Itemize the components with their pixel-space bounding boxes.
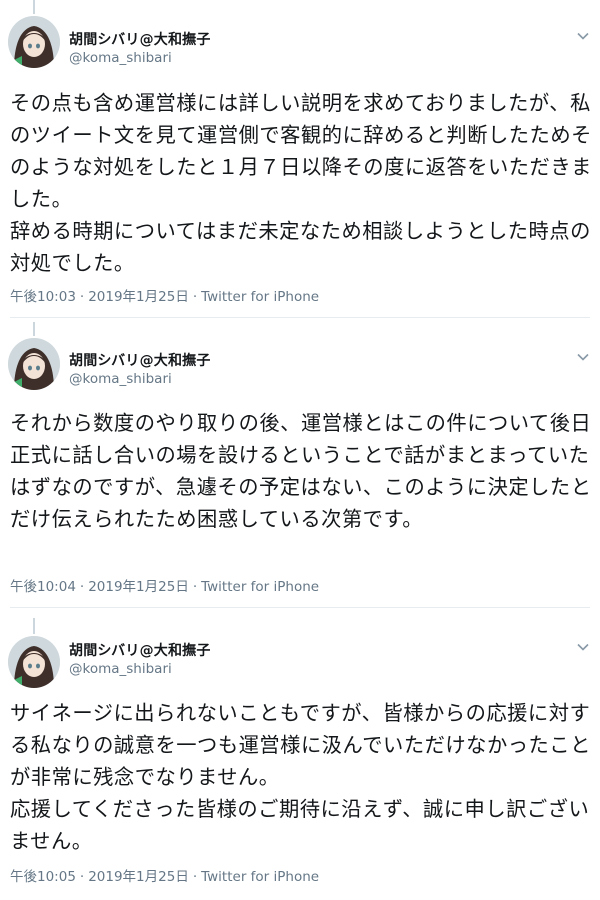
- chevron-down-icon[interactable]: [576, 349, 590, 363]
- avatar[interactable]: [8, 338, 60, 390]
- tweet-source[interactable]: Twitter for iPhone: [201, 869, 319, 885]
- author-handle[interactable]: @koma_shibari: [69, 371, 172, 387]
- separator: ·: [192, 579, 198, 595]
- tweet-meta: 午後10:05 · 2019年1月25日 · Twitter for iPhone: [10, 865, 319, 885]
- author-name[interactable]: 胡間シバリ@大和撫子: [69, 29, 211, 49]
- tweet-text: サイネージに出られないこともですが、皆様からの応援に対する私なりの誠意を一つも運…: [10, 701, 591, 853]
- tweet-source[interactable]: Twitter for iPhone: [201, 289, 319, 305]
- author-name[interactable]: 胡間シバリ@大和撫子: [69, 350, 211, 370]
- divider: [10, 317, 590, 318]
- tweet: 胡間シバリ@大和撫子 @koma_shibari その点も含め運営様には詳しい説…: [0, 0, 600, 318]
- chevron-down-icon[interactable]: [576, 28, 590, 42]
- tweet-date[interactable]: 2019年1月25日: [88, 579, 189, 595]
- separator: ·: [192, 869, 198, 885]
- tweet-time[interactable]: 午後10:05: [10, 869, 76, 885]
- author-name[interactable]: 胡間シバリ@大和撫子: [69, 640, 211, 660]
- tweet: 胡間シバリ@大和撫子 @koma_shibari サイネージに出られないこともで…: [0, 612, 600, 900]
- tweet-meta: 午後10:03 · 2019年1月25日 · Twitter for iPhone: [10, 285, 319, 305]
- tweet-text: その点も含め運営様には詳しい説明を求めておりましたが、私のツイート文を見て運営側…: [10, 91, 592, 275]
- tweet-text: それから数度のやり取りの後、運営様とはこの件について後日正式に話し合いの場を設け…: [10, 411, 592, 531]
- tweet-date[interactable]: 2019年1月25日: [88, 289, 189, 305]
- separator: ·: [192, 289, 198, 305]
- separator: ·: [79, 579, 85, 595]
- tweet-source[interactable]: Twitter for iPhone: [201, 579, 319, 595]
- tweet-time[interactable]: 午後10:04: [10, 579, 76, 595]
- tweet-meta: 午後10:04 · 2019年1月25日 · Twitter for iPhone: [10, 575, 319, 595]
- author-handle[interactable]: @koma_shibari: [69, 50, 172, 66]
- tweet-time[interactable]: 午後10:03: [10, 289, 76, 305]
- avatar[interactable]: [8, 636, 60, 688]
- avatar[interactable]: [8, 16, 60, 68]
- thread-line: [33, 618, 35, 634]
- thread-line: [33, 322, 35, 336]
- tweet: 胡間シバリ@大和撫子 @koma_shibari それから数度のやり取りの後、運…: [0, 322, 600, 612]
- author-handle[interactable]: @koma_shibari: [69, 661, 172, 677]
- tweet-date[interactable]: 2019年1月25日: [88, 869, 189, 885]
- chevron-down-icon[interactable]: [576, 639, 590, 653]
- thread-line: [33, 0, 35, 14]
- divider: [10, 607, 590, 608]
- separator: ·: [79, 869, 85, 885]
- separator: ·: [79, 289, 85, 305]
